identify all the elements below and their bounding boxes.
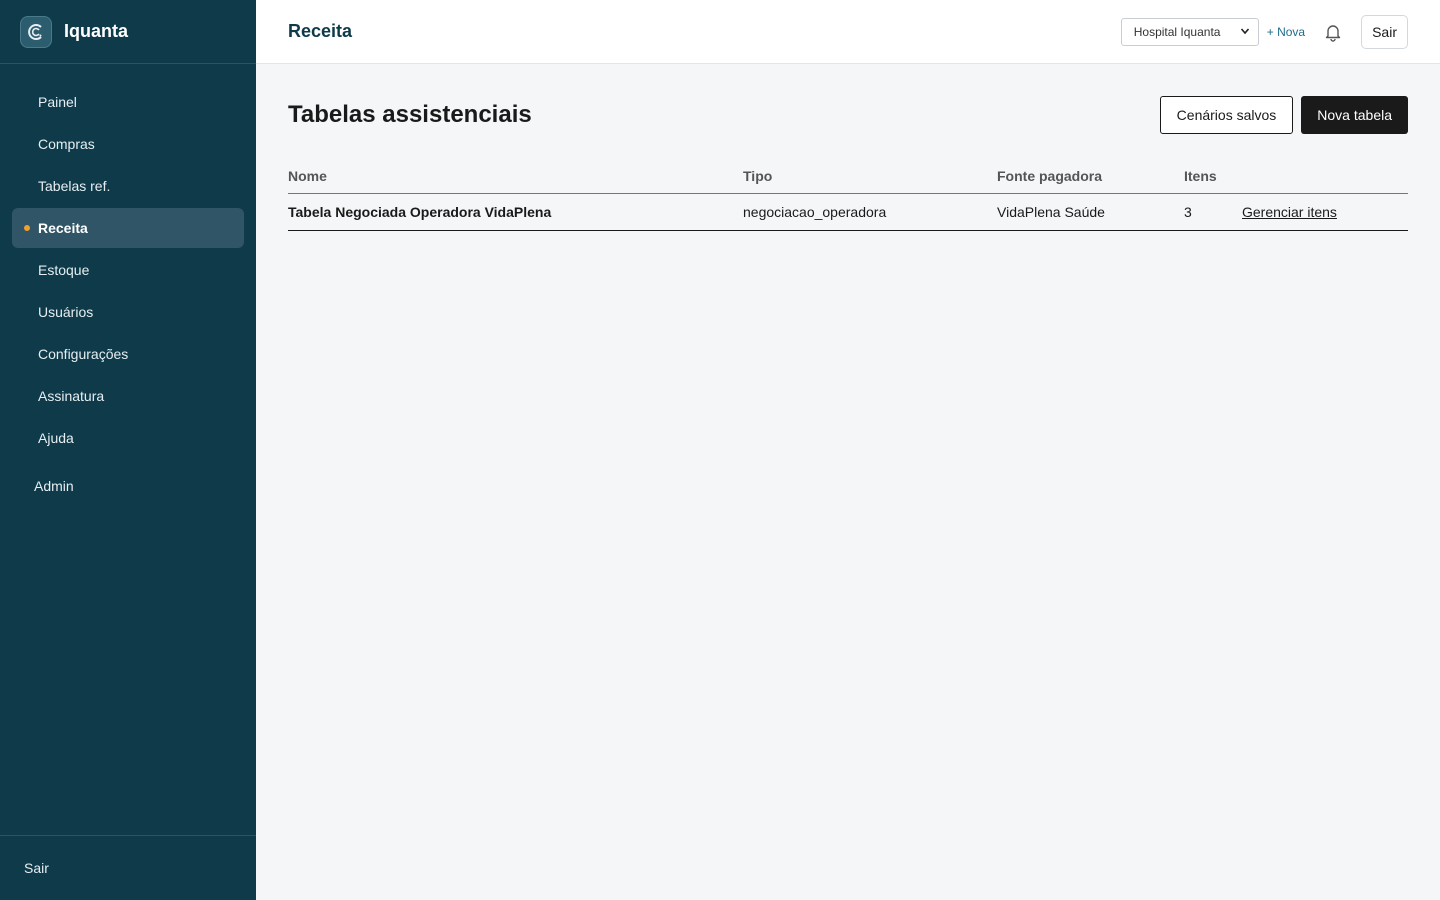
sidebar: Iquanta Painel Compras Tabelas ref. Rece… xyxy=(0,0,256,900)
brand: Iquanta xyxy=(0,0,256,64)
sidebar-logout-button[interactable]: Sair xyxy=(0,835,256,900)
column-header-tipo: Tipo xyxy=(743,167,773,184)
saved-scenarios-button[interactable]: Cenários salvos xyxy=(1159,96,1294,134)
cell-itens: 3 xyxy=(1184,204,1192,220)
sidebar-item-receita[interactable]: Receita xyxy=(12,208,244,248)
tables-list: Nome Tipo Fonte pagadora Itens Tabela Ne… xyxy=(288,158,1408,231)
main-content: Tabelas assistenciais Cenários salvos No… xyxy=(256,64,1440,900)
saved-scenarios-label: Cenários salvos xyxy=(1176,107,1277,123)
table-header: Nome Tipo Fonte pagadora Itens xyxy=(288,158,1408,194)
cell-tipo: negociacao_operadora xyxy=(743,204,887,220)
page-title: Tabelas assistenciais xyxy=(288,101,532,128)
page-section-title: Receita xyxy=(288,21,353,41)
sidebar-item-compras[interactable]: Compras xyxy=(12,124,244,164)
sidebar-item-label: Receita xyxy=(38,220,88,236)
sidebar-item-estoque[interactable]: Estoque xyxy=(12,250,244,290)
sidebar-item-configuracoes[interactable]: Configurações xyxy=(12,334,244,374)
page-header: Tabelas assistenciais Cenários salvos No… xyxy=(288,96,1408,134)
sidebar-item-label: Assinatura xyxy=(38,388,105,404)
sidebar-item-admin[interactable]: Admin xyxy=(0,466,256,506)
new-table-label: Nova tabela xyxy=(1317,107,1392,123)
logout-button[interactable]: Sair xyxy=(1361,14,1408,49)
topbar-actions: Hospital Iquanta + Nova Sair xyxy=(1120,14,1408,49)
sidebar-nav: Painel Compras Tabelas ref. Receita Esto… xyxy=(0,64,256,506)
sidebar-logout-label: Sair xyxy=(24,860,49,876)
page-actions: Cenários salvos Nova tabela xyxy=(1159,96,1408,134)
sidebar-item-usuarios[interactable]: Usuários xyxy=(12,292,244,332)
cell-nome: Tabela Negociada Operadora VidaPlena xyxy=(288,204,552,220)
column-header-itens: Itens xyxy=(1184,167,1217,184)
sidebar-item-ajuda[interactable]: Ajuda xyxy=(12,418,244,458)
sidebar-item-label: Tabelas ref. xyxy=(38,178,111,194)
sidebar-item-tabelas-ref[interactable]: Tabelas ref. xyxy=(12,166,244,206)
hospital-select-value: Hospital Iquanta xyxy=(1133,24,1221,39)
sidebar-item-painel[interactable]: Painel xyxy=(12,82,244,122)
sidebar-item-label: Compras xyxy=(38,136,95,152)
sidebar-item-assinatura[interactable]: Assinatura xyxy=(12,376,244,416)
active-indicator-dot xyxy=(24,225,30,231)
cell-fonte-pagadora: VidaPlena Saúde xyxy=(997,204,1105,220)
sidebar-item-label: Painel xyxy=(38,94,77,110)
hospital-select[interactable]: Hospital Iquanta xyxy=(1120,17,1259,46)
manage-items-link[interactable]: Gerenciar itens xyxy=(1242,204,1337,220)
new-table-button[interactable]: Nova tabela xyxy=(1301,96,1408,134)
cell-actions: Gerenciar itens xyxy=(1242,204,1408,220)
table-row: Tabela Negociada Operadora VidaPlena neg… xyxy=(288,194,1408,231)
logout-button-label: Sair xyxy=(1372,23,1397,40)
sidebar-item-label: Usuários xyxy=(38,304,94,320)
column-header-fonte-pagadora: Fonte pagadora xyxy=(997,167,1103,184)
chevron-down-icon xyxy=(1240,25,1250,39)
bell-icon[interactable] xyxy=(1323,22,1343,42)
topbar: Receita Hospital Iquanta + Nova Sair xyxy=(256,0,1440,64)
brand-name: Iquanta xyxy=(64,21,129,41)
sidebar-item-label: Configurações xyxy=(38,346,129,362)
new-hospital-link[interactable]: + Nova xyxy=(1267,25,1305,39)
sidebar-item-label: Admin xyxy=(34,478,74,494)
logo-icon xyxy=(20,15,52,48)
sidebar-item-label: Ajuda xyxy=(38,430,74,446)
column-header-nome: Nome xyxy=(288,167,327,184)
sidebar-item-label: Estoque xyxy=(38,262,90,278)
